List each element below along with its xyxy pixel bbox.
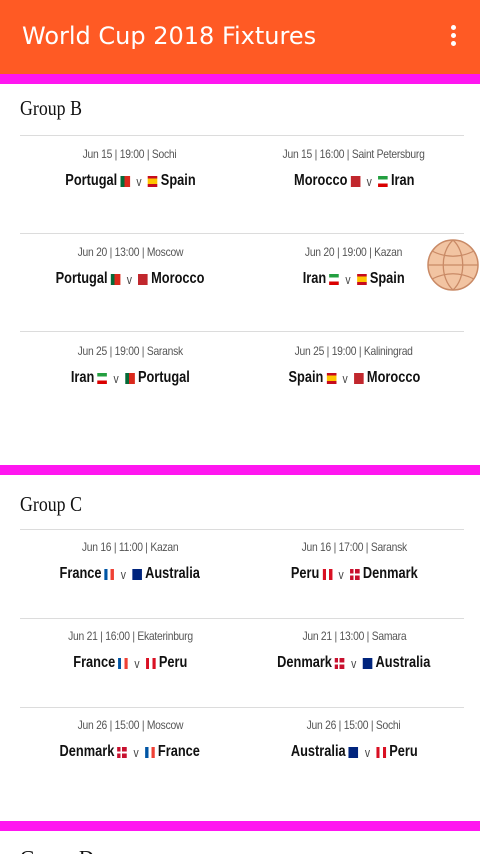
australia-flag-icon: [362, 657, 373, 669]
separator: [20, 331, 464, 332]
home-team: Portugal: [64, 172, 117, 189]
match-meta: Jun 26 | 15:00 | Moscow: [77, 718, 183, 732]
match-card[interactable]: Jun 25 | 19:00 | Kaliningrad Spain v Mor…: [244, 342, 464, 387]
france-flag-icon: [118, 657, 128, 669]
versus-label: v: [134, 655, 140, 671]
versus-label: v: [126, 271, 132, 287]
home-team: Iran: [303, 270, 327, 287]
match-card[interactable]: Jun 15 | 19:00 | Sochi Portugal v Spain: [20, 145, 240, 190]
france-flag-icon: [105, 568, 115, 580]
separator: [20, 233, 464, 234]
portugal-flag-icon: [124, 372, 135, 384]
app-bar: World Cup 2018 Fixtures: [0, 0, 480, 74]
away-team: Iran: [390, 172, 415, 189]
section-divider: [0, 821, 480, 831]
iran-flag-icon: [377, 175, 388, 187]
match-meta: Jun 26 | 15:00 | Sochi: [307, 718, 401, 732]
away-team: Morocco: [366, 369, 420, 386]
versus-label: v: [345, 271, 351, 287]
match-meta: Jun 20 | 19:00 | Kazan: [305, 245, 403, 259]
basketball-icon[interactable]: [426, 238, 480, 292]
spain-flag-icon: [147, 175, 158, 187]
match-card[interactable]: Jun 26 | 15:00 | Moscow Denmark v France: [20, 716, 240, 761]
more-vert-icon[interactable]: [448, 25, 458, 49]
match-meta: Jun 16 | 11:00 | Kazan: [81, 540, 179, 554]
match-card[interactable]: Jun 16 | 17:00 | Saransk Peru v Denmark: [244, 538, 464, 583]
morocco-flag-icon: [138, 273, 148, 285]
france-flag-icon: [145, 746, 155, 758]
match-card[interactable]: Jun 25 | 19:00 | Saransk Iran v Portugal: [20, 342, 240, 387]
match-meta: Jun 21 | 13:00 | Samara: [302, 629, 406, 643]
denmark-flag-icon: [335, 657, 345, 669]
iran-flag-icon: [97, 372, 107, 384]
morocco-flag-icon: [353, 372, 364, 384]
versus-label: v: [135, 173, 142, 189]
match-meta: Jun 15 | 16:00 | Saint Petersburg: [282, 147, 426, 161]
match-meta: Jun 20 | 13:00 | Moscow: [77, 245, 183, 259]
versus-label: v: [113, 370, 119, 386]
iran-flag-icon: [329, 273, 340, 285]
match-card[interactable]: Jun 21 | 13:00 | Samara Denmark v Austra…: [244, 627, 464, 672]
home-team: Spain: [288, 369, 323, 386]
app-title: World Cup 2018 Fixtures: [22, 22, 317, 50]
australia-flag-icon: [132, 568, 143, 580]
portugal-flag-icon: [119, 175, 130, 187]
match-card[interactable]: Jun 20 | 13:00 | Moscow Portugal v Moroc…: [20, 243, 240, 288]
match-card[interactable]: Jun 21 | 16:00 | Ekaterinburg France v P…: [20, 627, 240, 672]
section-divider: [0, 465, 480, 475]
home-team: Iran: [70, 369, 94, 386]
section-divider: [0, 74, 480, 84]
home-team: Denmark: [277, 654, 333, 671]
separator: [20, 707, 464, 708]
versus-label: v: [351, 655, 357, 671]
home-team: Peru: [290, 565, 320, 582]
morocco-flag-icon: [350, 175, 360, 187]
home-team: Australia: [290, 743, 346, 760]
separator: [20, 618, 464, 619]
away-team: Morocco: [151, 270, 205, 287]
home-team: France: [72, 654, 115, 671]
match-card[interactable]: Jun 15 | 16:00 | Saint Petersburg Morocc…: [244, 145, 464, 190]
versus-label: v: [338, 566, 344, 582]
versus-label: v: [366, 173, 372, 189]
peru-flag-icon: [145, 657, 156, 669]
peru-flag-icon: [376, 746, 386, 758]
away-team: Australia: [375, 654, 431, 671]
versus-label: v: [133, 744, 139, 760]
portugal-flag-icon: [110, 273, 121, 285]
match-meta: Jun 16 | 17:00 | Saransk: [301, 540, 407, 554]
group-title: Group D: [20, 846, 94, 854]
match-meta: Jun 25 | 19:00 | Kaliningrad: [294, 344, 414, 358]
away-team: France: [158, 743, 201, 760]
home-team: Denmark: [59, 743, 115, 760]
away-team: Peru: [388, 743, 418, 760]
spain-flag-icon: [357, 273, 367, 285]
match-meta: Jun 15 | 19:00 | Sochi: [83, 147, 177, 161]
separator: [20, 135, 464, 136]
group-title: Group B: [20, 96, 82, 120]
peru-flag-icon: [322, 568, 332, 580]
home-team: Morocco: [293, 172, 348, 189]
match-card[interactable]: Jun 26 | 15:00 | Sochi Australia v Peru: [244, 716, 464, 761]
separator: [20, 529, 464, 530]
away-team: Denmark: [362, 565, 418, 582]
spain-flag-icon: [326, 372, 336, 384]
away-team: Portugal: [137, 369, 190, 386]
away-team: Peru: [158, 654, 188, 671]
versus-label: v: [364, 744, 370, 760]
away-team: Spain: [370, 270, 405, 287]
home-team: France: [59, 565, 102, 582]
group-title: Group C: [20, 492, 82, 516]
match-meta: Jun 25 | 19:00 | Saransk: [77, 344, 183, 358]
australia-flag-icon: [348, 746, 359, 758]
match-meta: Jun 21 | 16:00 | Ekaterinburg: [67, 629, 193, 643]
versus-label: v: [342, 370, 348, 386]
denmark-flag-icon: [349, 568, 360, 580]
match-card[interactable]: Jun 16 | 11:00 | Kazan France v Australi…: [20, 538, 240, 583]
versus-label: v: [121, 566, 127, 582]
away-team: Australia: [145, 565, 201, 582]
away-team: Spain: [160, 172, 196, 189]
denmark-flag-icon: [117, 746, 128, 758]
home-team: Portugal: [55, 270, 108, 287]
